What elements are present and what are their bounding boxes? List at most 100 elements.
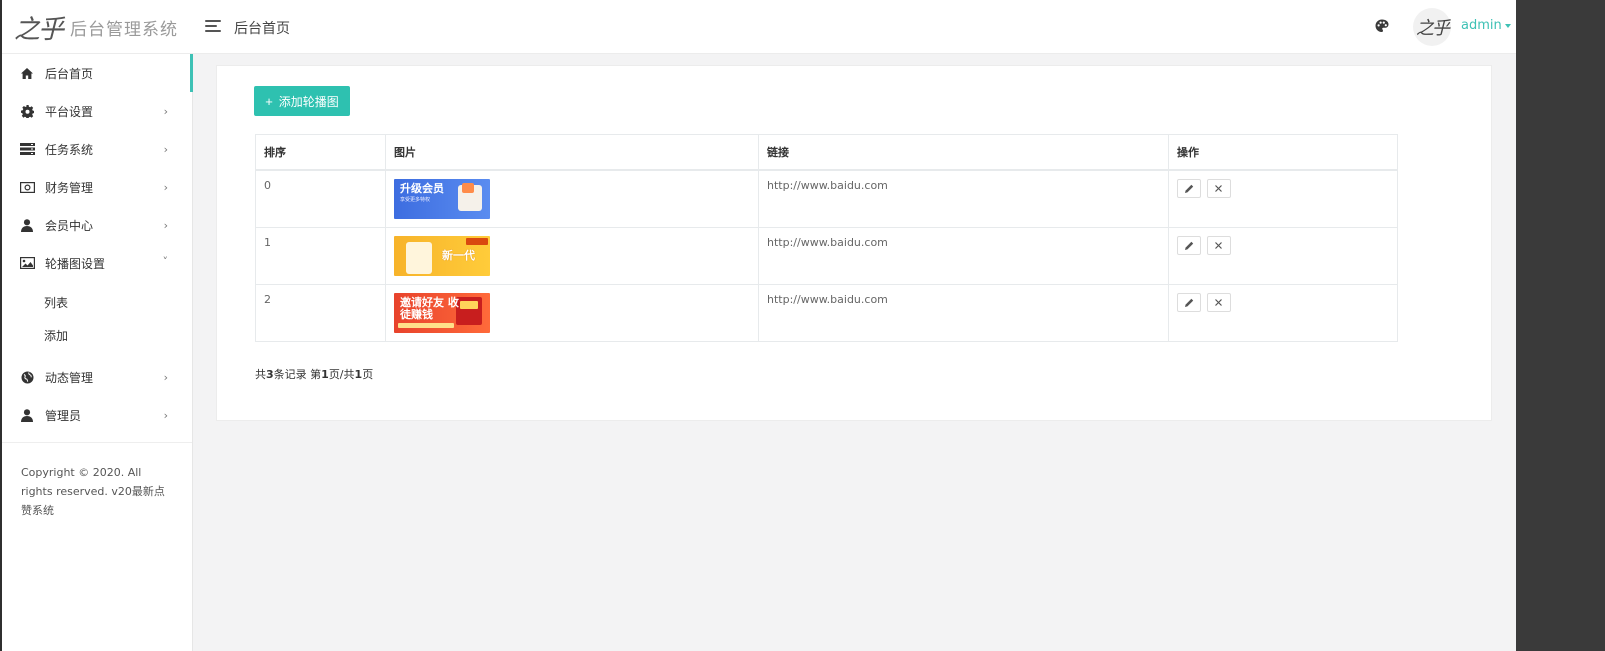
chevron-down-icon: ˅ <box>162 255 169 268</box>
username: admin <box>1461 18 1502 33</box>
sidebar-item-label: 轮播图设置 <box>45 256 106 271</box>
user-menu[interactable]: admin <box>1461 18 1511 33</box>
sidebar-item-platform-settings[interactable]: 平台设置 › <box>0 92 192 130</box>
column-header-image: 图片 <box>385 134 759 171</box>
chevron-right-icon: › <box>163 143 168 156</box>
chevron-right-icon: › <box>163 105 168 118</box>
column-header-order: 排序 <box>255 134 386 171</box>
pager-total: 3 <box>266 368 274 381</box>
cell-link: http://www.baidu.com <box>758 284 1169 342</box>
carousel-submenu: 列表 添加 <box>0 282 192 358</box>
brand[interactable]: 之乎 后台管理系统 <box>14 10 179 45</box>
sidebar-item-label: 管理员 <box>45 408 82 423</box>
pager-text: 条记录 第 <box>273 368 322 381</box>
banner-decoration <box>398 323 454 328</box>
sidebar-item-dynamics[interactable]: 动态管理 › <box>0 358 192 396</box>
banner-decoration <box>460 301 478 309</box>
banner-title: 升级会员 <box>400 182 444 195</box>
chevron-right-icon: › <box>163 219 168 232</box>
banner-thumbnail[interactable]: 升级会员 享受更多特权 <box>394 179 490 219</box>
add-carousel-label: 添加轮播图 <box>278 94 339 109</box>
pencil-icon <box>1184 184 1193 193</box>
column-header-link: 链接 <box>758 134 1169 171</box>
cell-link: http://www.baidu.com <box>758 169 1169 228</box>
user-icon <box>19 407 35 423</box>
cell-actions <box>1168 284 1398 342</box>
delete-button[interactable] <box>1206 179 1231 198</box>
caret-down-icon <box>1504 23 1511 28</box>
cell-image: 新一代 <box>385 227 759 285</box>
sidebar-item-member-center[interactable]: 会员中心 › <box>0 206 192 244</box>
table-row: 0 升级会员 享受更多特权 http://www.baidu.com <box>255 169 1398 228</box>
banner-thumbnail[interactable]: 邀请好友 收徒赚钱 <box>394 293 490 333</box>
pager-current-page: 1 <box>321 368 329 381</box>
cell-actions <box>1168 227 1398 285</box>
page-title: 后台首页 <box>234 21 290 37</box>
globe-icon <box>19 369 35 385</box>
sidebar-item-carousel-settings[interactable]: 轮播图设置 ˅ <box>0 244 192 282</box>
brand-title: 后台管理系统 <box>70 19 179 40</box>
content-panel: + 添加轮播图 排序 图片 链接 操作 0 升级会员 享受更多特权 http:/… <box>216 65 1492 421</box>
close-icon <box>1215 299 1222 306</box>
money-icon <box>19 179 35 195</box>
menu-toggle-icon[interactable] <box>205 19 222 33</box>
pagination-info: 共3条记录 第1页/共1页 <box>255 366 373 382</box>
image-icon <box>19 255 35 271</box>
banner-decoration <box>466 238 488 245</box>
chevron-right-icon: › <box>163 181 168 194</box>
table-row: 1 新一代 http://www.baidu.com <box>255 227 1398 285</box>
table-row: 2 邀请好友 收徒赚钱 http://www.baidu.com <box>255 284 1398 342</box>
cell-link: http://www.baidu.com <box>758 227 1169 285</box>
pager-text: 页 <box>362 368 374 381</box>
sidebar-item-task-system[interactable]: 任务系统 › <box>0 130 192 168</box>
sidebar-item-home[interactable]: 后台首页 <box>0 54 193 92</box>
close-icon <box>1215 185 1222 192</box>
sidebar-item-label: 会员中心 <box>45 218 94 233</box>
cell-order: 0 <box>255 169 386 228</box>
delete-button[interactable] <box>1206 293 1231 312</box>
add-carousel-button[interactable]: + 添加轮播图 <box>254 86 350 116</box>
edit-button[interactable] <box>1177 293 1201 312</box>
sidebar: 后台首页 平台设置 › 任务系统 › 财务管理 › 会员中心 › 轮播图设置 ˅… <box>0 54 193 651</box>
cell-order: 1 <box>255 227 386 285</box>
top-header: 之乎 后台管理系统 后台首页 之乎 admin <box>0 0 1516 54</box>
banner-thumbnail[interactable]: 新一代 <box>394 236 490 276</box>
cell-order: 2 <box>255 284 386 342</box>
sidebar-item-label: 任务系统 <box>45 142 94 157</box>
brand-logo: 之乎 <box>14 14 64 45</box>
sidebar-item-finance[interactable]: 财务管理 › <box>0 168 192 206</box>
home-icon <box>19 65 35 81</box>
banner-decoration <box>406 242 432 274</box>
sidebar-item-label: 财务管理 <box>45 180 94 195</box>
server-icon <box>19 141 35 157</box>
submenu-item-add[interactable]: 添加 <box>0 319 192 352</box>
gear-icon <box>19 103 35 119</box>
column-header-actions: 操作 <box>1168 134 1398 171</box>
banner-title: 新一代 <box>442 249 475 262</box>
banner-title: 邀请好友 收徒赚钱 <box>400 296 459 321</box>
edit-button[interactable] <box>1177 179 1201 198</box>
chevron-right-icon: › <box>163 409 168 422</box>
close-icon <box>1215 242 1222 249</box>
table-header-row: 排序 图片 链接 操作 <box>255 134 1398 171</box>
chevron-right-icon: › <box>163 371 168 384</box>
pencil-icon <box>1184 241 1193 250</box>
banner-decoration <box>462 183 474 193</box>
delete-button[interactable] <box>1206 236 1231 255</box>
sidebar-item-label: 平台设置 <box>45 104 94 119</box>
pencil-icon <box>1184 298 1193 307</box>
user-icon <box>19 217 35 233</box>
sidebar-item-admins[interactable]: 管理员 › <box>0 396 192 434</box>
copyright: Copyright © 2020. All rights reserved. v… <box>21 466 165 517</box>
sidebar-item-label: 动态管理 <box>45 370 94 385</box>
submenu-item-list[interactable]: 列表 <box>0 286 192 319</box>
banner-subtitle: 享受更多特权 <box>400 197 431 203</box>
cell-actions <box>1168 169 1398 228</box>
app-window: 之乎 后台管理系统 后台首页 之乎 admin 后台首页 平台设置 › 任务系统… <box>0 0 1516 651</box>
plus-icon: + <box>265 93 273 109</box>
edit-button[interactable] <box>1177 236 1201 255</box>
sidebar-item-label: 后台首页 <box>45 66 94 81</box>
avatar[interactable]: 之乎 <box>1413 8 1451 46</box>
palette-icon[interactable] <box>1374 18 1390 34</box>
cell-image: 升级会员 享受更多特权 <box>385 169 759 228</box>
